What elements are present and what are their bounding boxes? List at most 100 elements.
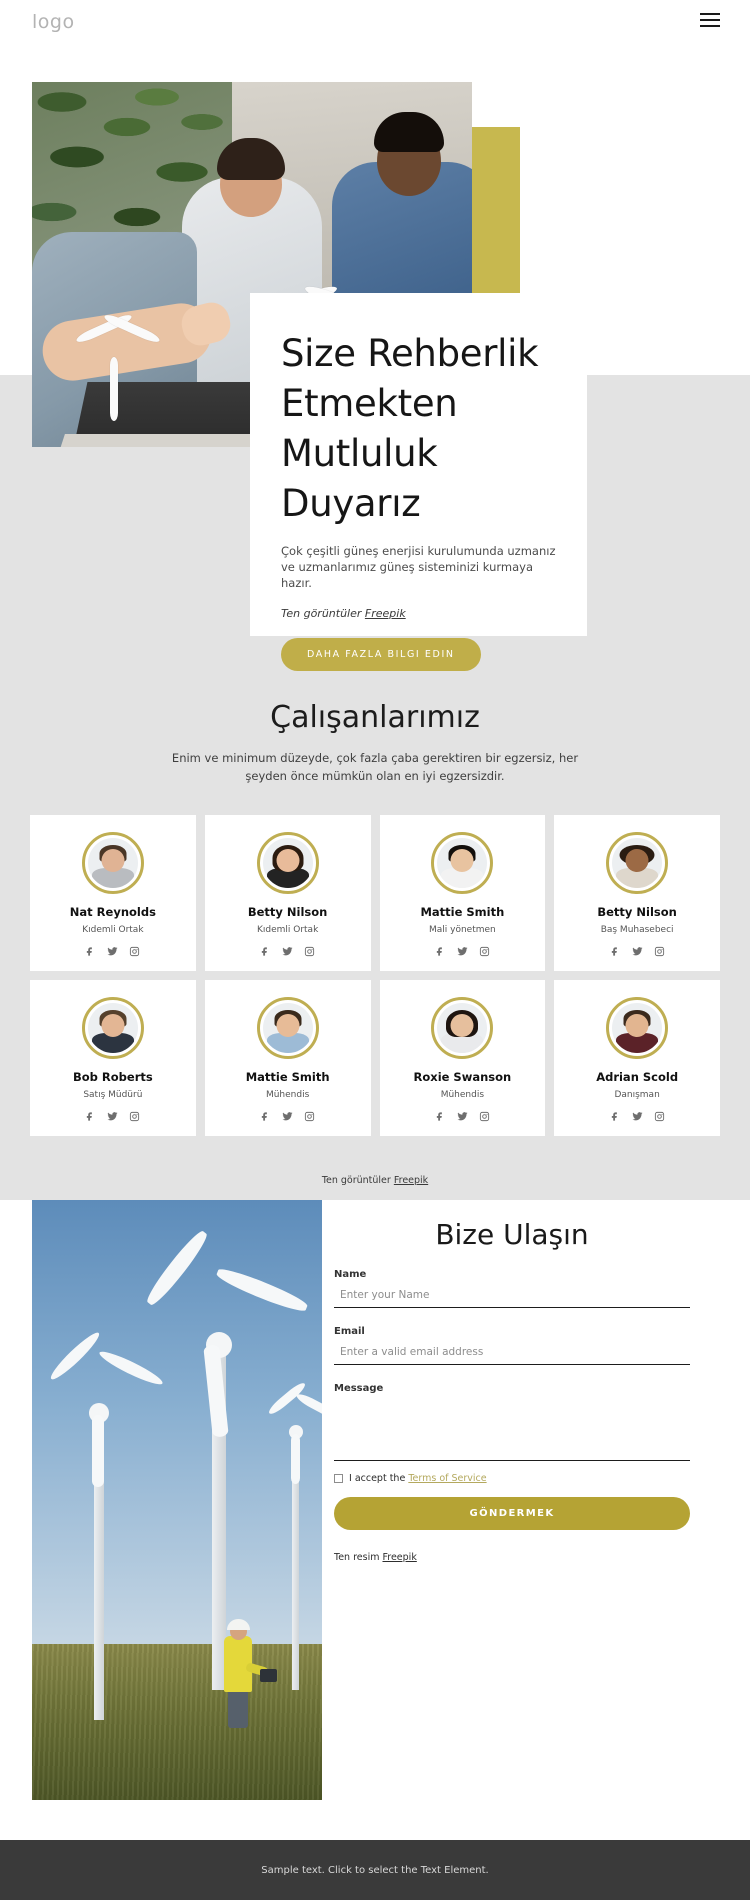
avatar — [606, 832, 669, 894]
hero-subtitle: Çok çeşitli güneş enerjisi kurulumunda u… — [281, 544, 556, 590]
twitter-icon[interactable] — [107, 1111, 118, 1122]
team-member-card[interactable]: Roxie Swanson Mühendis — [379, 980, 546, 1136]
contact-credit-link[interactable]: Freepik — [382, 1552, 416, 1563]
team-member-card[interactable]: Nat Reynolds Kıdemli Ortak — [30, 815, 196, 971]
name-label: Name — [334, 1269, 367, 1280]
social-links — [562, 946, 712, 957]
twitter-icon[interactable] — [282, 946, 293, 957]
team-member-name: Bob Roberts — [73, 1070, 153, 1084]
hero-title: Size Rehberlik Etmekten Mutluluk Duyarız — [281, 332, 539, 525]
team-member-role: Kıdemli Ortak — [82, 925, 144, 935]
team-member-card[interactable]: Bob Roberts Satış Müdürü — [30, 980, 196, 1136]
team-grid: Nat Reynolds Kıdemli Ortak Betty Nilson … — [30, 815, 720, 1136]
team-section: Çalışanlarımız Enim ve minimum düzeyde, … — [0, 660, 750, 1200]
contact-title: Bize Ulaşın — [435, 1218, 589, 1251]
avatar — [431, 997, 494, 1059]
avatar — [256, 832, 319, 894]
team-credit-link[interactable]: Freepik — [394, 1175, 428, 1186]
social-links — [213, 1111, 363, 1122]
team-member-card[interactable]: Mattie Smith Mali yönetmen — [379, 815, 546, 971]
site-header: logo — [0, 0, 750, 55]
site-logo[interactable]: logo — [32, 11, 75, 33]
message-label: Message — [334, 1383, 384, 1394]
facebook-icon[interactable] — [260, 1111, 271, 1122]
submit-button[interactable]: GÖNDERMEK — [334, 1497, 690, 1530]
team-member-role: Mali yönetmen — [428, 925, 496, 935]
facebook-icon[interactable] — [85, 946, 96, 957]
instagram-icon[interactable] — [654, 1111, 665, 1122]
name-field-group: Name — [322, 1269, 690, 1308]
hamburger-bar — [700, 13, 720, 15]
team-member-card[interactable]: Mattie Smith Mühendis — [204, 980, 371, 1136]
worker-legs — [228, 1688, 248, 1728]
twitter-icon[interactable] — [282, 1111, 293, 1122]
team-member-role: Kıdemli Ortak — [256, 925, 319, 935]
team-member-role: Danışman — [614, 1090, 660, 1100]
instagram-icon[interactable] — [304, 946, 315, 957]
instagram-icon[interactable] — [479, 946, 490, 957]
message-input[interactable] — [334, 1401, 690, 1461]
team-member-card[interactable]: Adrian Scold Danışman — [554, 980, 720, 1136]
hamburger-bar — [700, 19, 720, 21]
twitter-icon[interactable] — [632, 946, 643, 957]
twitter-icon[interactable] — [107, 946, 118, 957]
facebook-icon[interactable] — [435, 946, 446, 957]
email-input[interactable] — [334, 1344, 690, 1365]
team-title: Çalışanlarımız — [270, 700, 480, 735]
message-field-group: Message — [322, 1383, 690, 1461]
instagram-icon[interactable] — [654, 946, 665, 957]
laptop-base — [59, 434, 280, 447]
hero-credit-link[interactable]: Freepik — [365, 607, 406, 620]
footer-text[interactable]: Sample text. Click to select the Text El… — [261, 1865, 488, 1876]
social-links — [38, 946, 188, 957]
avatar — [431, 832, 494, 894]
terms-of-service-link[interactable]: Terms of Service — [408, 1473, 486, 1484]
terms-accept-row: I accept the Terms of Service — [322, 1473, 690, 1484]
avatar — [606, 997, 669, 1059]
contact-section: Bize Ulaşın Name Email Message I accept … — [0, 1200, 750, 1840]
team-member-name: Roxie Swanson — [413, 1070, 512, 1084]
team-member-role: Baş Muhasebeci — [600, 925, 674, 935]
team-member-role: Satış Müdürü — [83, 1090, 143, 1100]
team-member-card[interactable]: Betty Nilson Baş Muhasebeci — [554, 815, 720, 971]
facebook-icon[interactable] — [435, 1111, 446, 1122]
contact-image-credit: Ten resim Freepik — [322, 1552, 690, 1563]
contact-photo — [32, 1200, 322, 1800]
social-links — [213, 946, 363, 957]
facebook-icon[interactable] — [610, 1111, 621, 1122]
team-member-name: Adrian Scold — [596, 1070, 679, 1084]
name-input[interactable] — [334, 1287, 690, 1308]
avatar — [81, 832, 144, 894]
facebook-icon[interactable] — [85, 1111, 96, 1122]
email-field-group: Email — [322, 1326, 690, 1365]
team-image-credit: Ten görüntüler Freepik — [0, 1175, 750, 1186]
twitter-icon[interactable] — [457, 946, 468, 957]
hamburger-menu-icon[interactable] — [700, 13, 720, 29]
wind-turbine-medium — [47, 1270, 166, 1720]
hamburger-bar — [700, 25, 720, 27]
hero-image-credit: Ten görüntüler Freepik — [281, 607, 558, 620]
twitter-icon[interactable] — [632, 1111, 643, 1122]
twitter-icon[interactable] — [457, 1111, 468, 1122]
facebook-icon[interactable] — [260, 946, 271, 957]
instagram-icon[interactable] — [129, 1111, 140, 1122]
contact-form: Bize Ulaşın Name Email Message I accept … — [322, 1200, 718, 1563]
contact-credit-prefix: Ten resim — [334, 1552, 383, 1563]
team-member-name: Betty Nilson — [247, 905, 328, 919]
social-links — [38, 1111, 188, 1122]
team-member-name: Mattie Smith — [245, 1070, 330, 1084]
instagram-icon[interactable] — [129, 946, 140, 957]
site-footer: Sample text. Click to select the Text El… — [0, 1840, 750, 1900]
instagram-icon[interactable] — [304, 1111, 315, 1122]
facebook-icon[interactable] — [610, 946, 621, 957]
instagram-icon[interactable] — [479, 1111, 490, 1122]
model-wind-turbine-left — [72, 302, 162, 422]
team-subtitle: Enim ve minimum düzeyde, çok fazla çaba … — [171, 751, 579, 783]
hero-cta-button[interactable]: DAHA FAZLA BILGI EDIN — [281, 638, 481, 671]
team-member-role: Mühendis — [265, 1090, 310, 1100]
social-links — [562, 1111, 712, 1122]
avatar — [81, 997, 144, 1059]
team-member-card[interactable]: Betty Nilson Kıdemli Ortak — [204, 815, 371, 971]
terms-checkbox[interactable] — [334, 1474, 343, 1483]
hero-section: Size Rehberlik Etmekten Mutluluk Duyarız… — [0, 55, 750, 671]
